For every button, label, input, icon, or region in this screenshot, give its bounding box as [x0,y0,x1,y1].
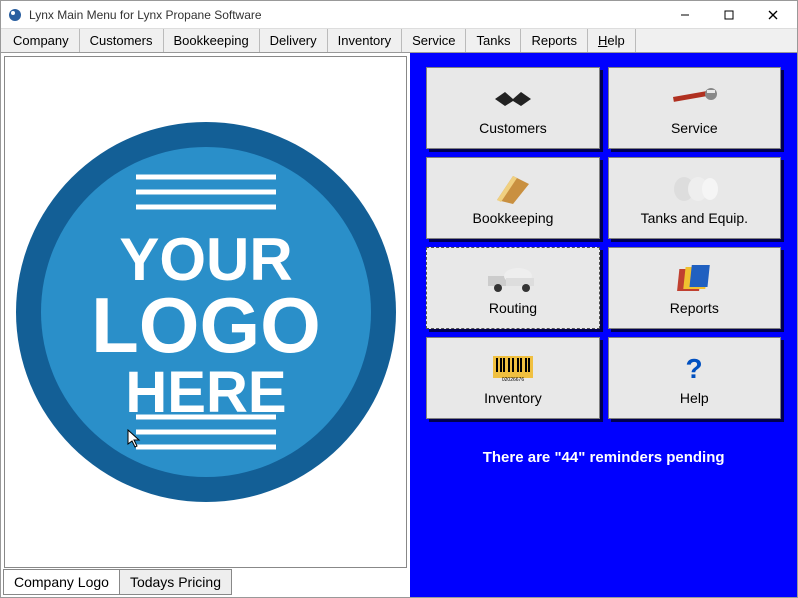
inventory-button[interactable]: 02026676 Inventory [426,337,599,419]
tabs: Company Logo Todays Pricing [3,569,408,595]
button-label: Help [680,390,709,406]
tank-icon [670,171,718,207]
menu-service[interactable]: Service [402,29,466,52]
menubar: Company Customers Bookkeeping Delivery I… [1,29,797,53]
titlebar: Lynx Main Menu for Lynx Propane Software [1,1,797,29]
tab-company-logo[interactable]: Company Logo [3,569,120,595]
button-label: Inventory [484,390,542,406]
menu-delivery[interactable]: Delivery [260,29,328,52]
logo-card: YOUR LOGO HERE [4,56,407,568]
logo-line3: HERE [125,360,286,425]
truck-icon [486,261,540,297]
wrench-icon [669,81,719,117]
left-pane: YOUR LOGO HERE Company Logo Todays Prici… [1,53,410,597]
svg-text:?: ? [686,354,703,384]
menu-reports[interactable]: Reports [521,29,588,52]
menu-help[interactable]: Help [588,29,636,52]
question-icon: ? [682,351,706,387]
svg-text:02026676: 02026676 [502,377,524,383]
right-pane: Customers Service Bookkeeping Tanks and … [410,53,797,597]
close-button[interactable] [751,2,795,28]
reminders-status: There are "44" reminders pending [420,449,787,466]
button-label: Reports [670,300,719,316]
customers-button[interactable]: Customers [426,67,599,149]
menu-company[interactable]: Company [3,29,80,52]
app-icon [7,7,23,23]
folder-icon [676,261,712,297]
help-button[interactable]: ? Help [608,337,781,419]
window-title: Lynx Main Menu for Lynx Propane Software [29,8,663,22]
tanks-button[interactable]: Tanks and Equip. [608,157,781,239]
menu-inventory[interactable]: Inventory [328,29,402,52]
content-area: YOUR LOGO HERE Company Logo Todays Prici… [1,53,797,597]
routing-button[interactable]: Routing [426,247,599,329]
handshake-icon [491,81,535,117]
button-label: Tanks and Equip. [641,210,748,226]
logo-line2: LOGO [91,281,321,369]
minimize-button[interactable] [663,2,707,28]
cursor-icon [127,429,143,454]
reports-button[interactable]: Reports [608,247,781,329]
logo-placeholder: YOUR LOGO HERE [6,112,406,512]
menu-bookkeeping[interactable]: Bookkeeping [164,29,260,52]
bookkeeping-button[interactable]: Bookkeeping [426,157,599,239]
tab-todays-pricing[interactable]: Todays Pricing [119,569,232,595]
ledger-icon [493,171,533,207]
menu-customers[interactable]: Customers [80,29,164,52]
menu-tanks[interactable]: Tanks [466,29,521,52]
maximize-button[interactable] [707,2,751,28]
barcode-icon: 02026676 [491,351,535,387]
window-controls [663,2,795,28]
button-grid: Customers Service Bookkeeping Tanks and … [420,67,787,419]
service-button[interactable]: Service [608,67,781,149]
button-label: Customers [479,120,547,136]
button-label: Service [671,120,718,136]
button-label: Bookkeeping [472,210,553,226]
button-label: Routing [489,300,537,316]
